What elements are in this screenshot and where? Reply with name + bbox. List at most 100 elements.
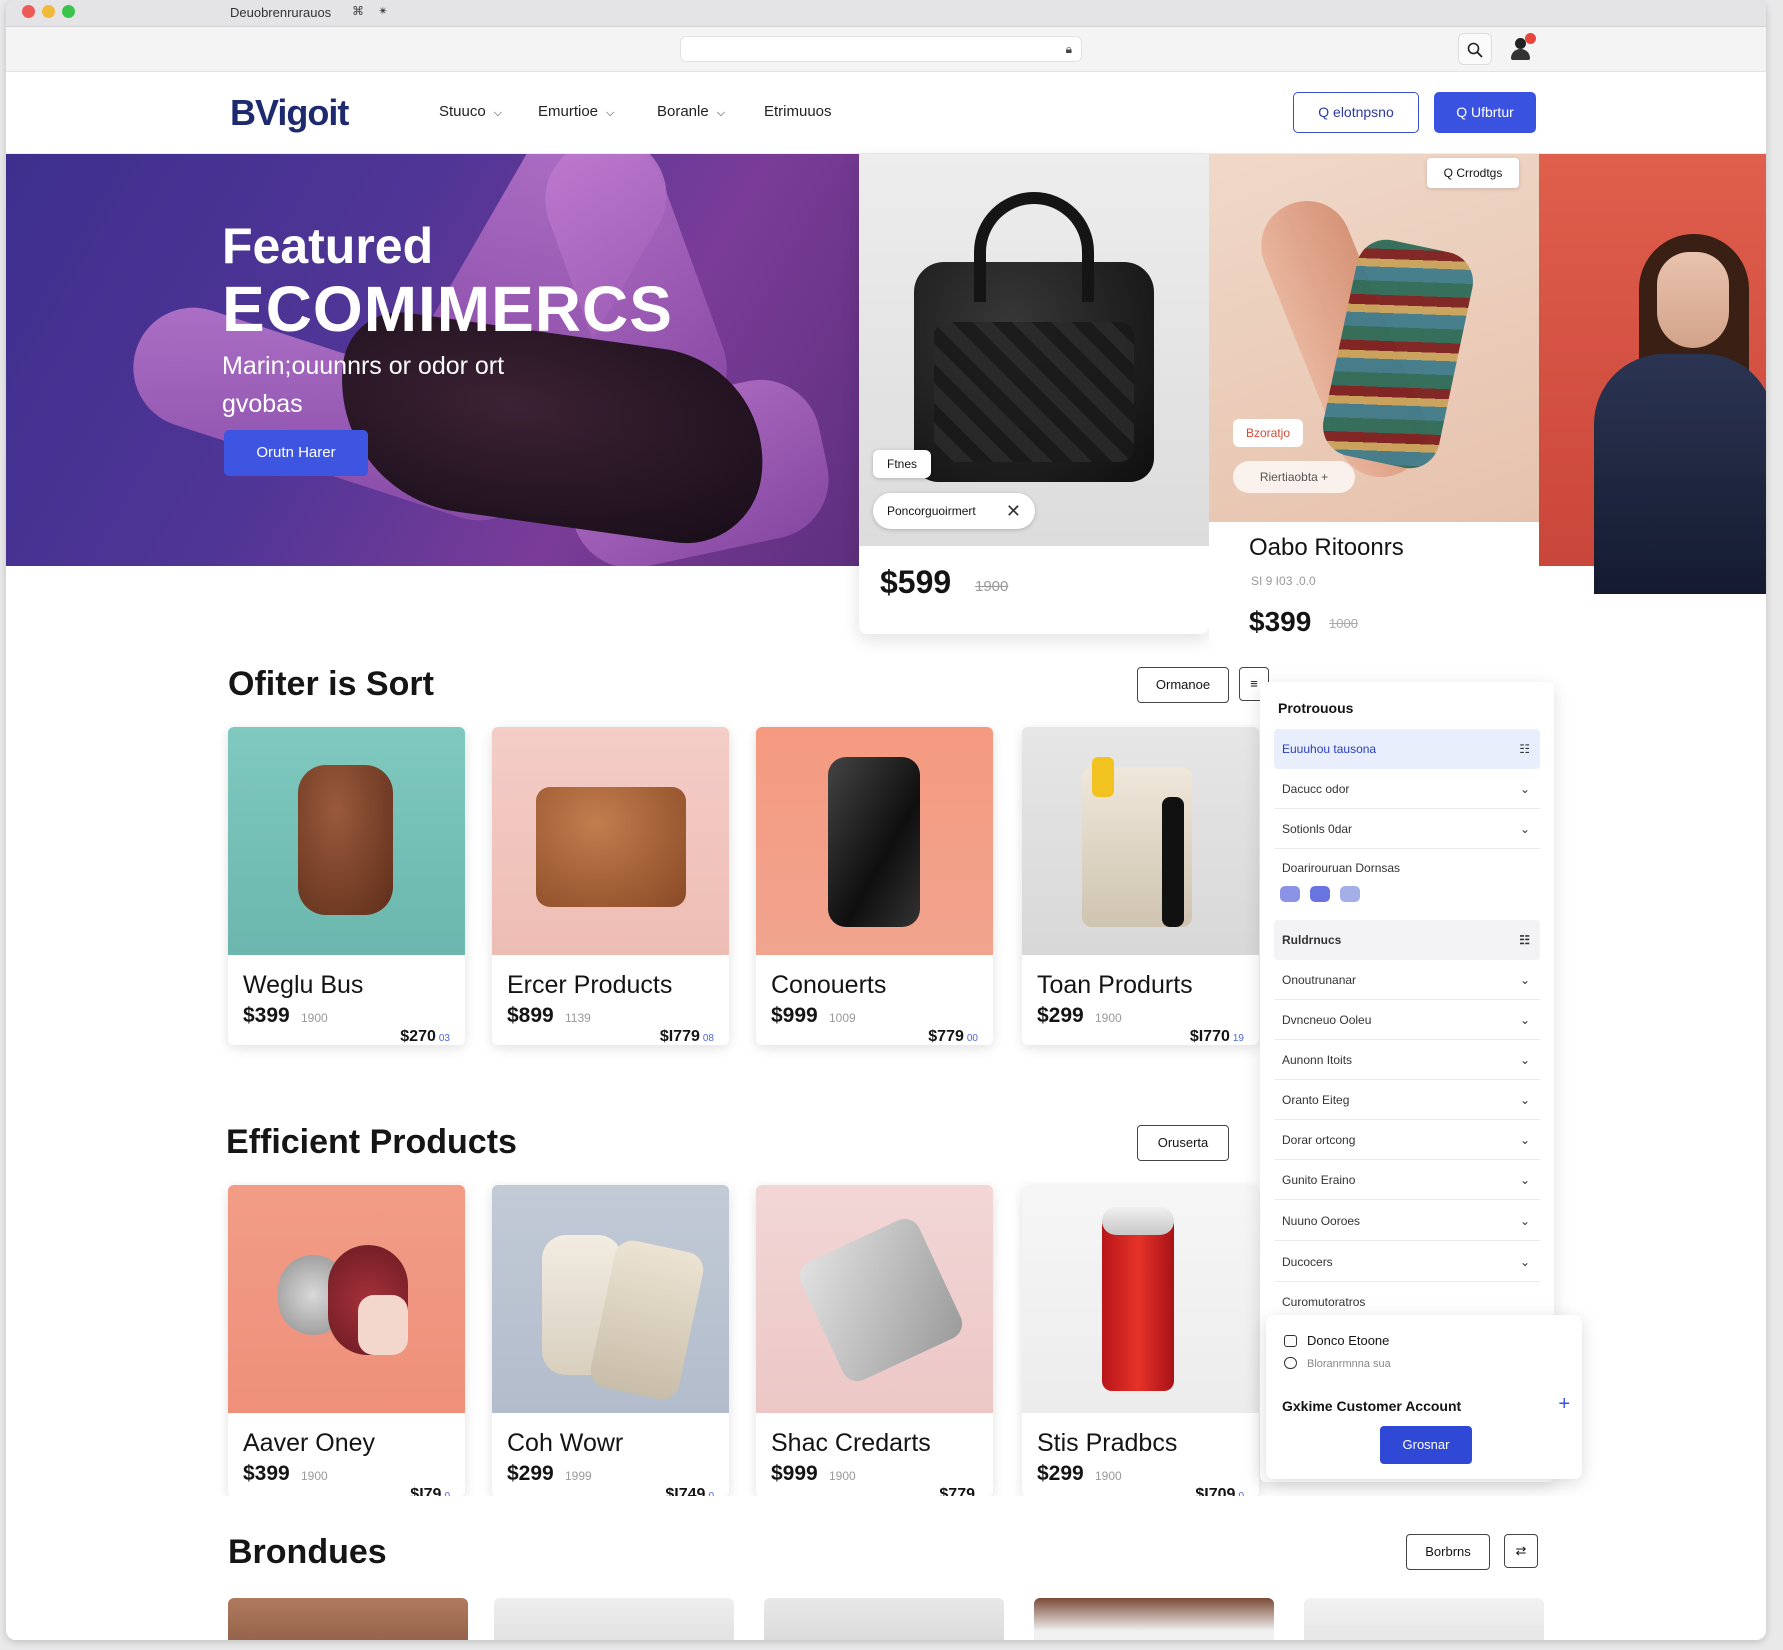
section-filter-button[interactable]: Oruserta [1137,1125,1229,1161]
browser-window: Deuobrenrurauos ⌘✴ 🔒︎ BVigoit Stuuco ⌵ Em… [6,0,1766,1640]
promo-chip[interactable]: Poncorguoirmert ✕ [873,493,1035,529]
order-badge[interactable]: Q Crrodtgs [1427,158,1519,188]
product-sale-price: $779 00 [928,1028,978,1045]
filter-row[interactable]: Sotionls 0dar ⌄ [1274,809,1540,849]
nav-item-4[interactable]: Etrimuuos [764,103,832,120]
chevron-down-icon: ⌄ [1519,1255,1530,1269]
search-icon[interactable] [1458,33,1492,65]
product-image [228,727,465,955]
site-header: BVigoit Stuuco ⌵ Emurtioe ⌵ Boranle ⌵ Etrim… [6,72,1766,154]
chevron-down-icon: ⌄ [1519,782,1530,796]
vase-sub: SI 9 I03 .0.0 [1251,574,1316,588]
toggle-icon [1284,1357,1297,1369]
swatch[interactable] [1280,886,1300,902]
brand-card[interactable] [228,1598,468,1640]
product-price: $399 [243,1004,290,1027]
notification-badge [1525,33,1536,44]
filter-title: Protrouous [1278,700,1354,716]
filter-row[interactable]: Oranto Eiteg ⌄ [1274,1080,1540,1120]
model-image [1539,154,1766,594]
filter-row[interactable]: Aunonn Itoits ⌄ [1274,1040,1540,1080]
product-old-price: 1900 [1095,1011,1122,1025]
filter-row[interactable]: Gunito Eraino ⌄ [1274,1160,1540,1200]
add-button[interactable]: Riertiaobta + [1233,461,1355,493]
product-card[interactable]: Toan Produrts $299 1900 $I770 19 [1022,727,1259,1045]
section-title: Ofiter is Sort [228,665,434,703]
swap-icon[interactable]: ⇄ [1504,1534,1538,1568]
section-filter-button[interactable]: Borbrns [1406,1534,1490,1570]
minimize-dot[interactable] [42,5,55,18]
hero-title-line1: Featured [222,218,434,274]
chevron-down-icon: ⌄ [1519,1093,1530,1107]
filter-row[interactable]: Euuuhou tausona ☷ [1274,729,1540,769]
chevron-down-icon: ⌄ [1519,1053,1530,1067]
close-icon[interactable]: ✕ [1006,493,1021,529]
primary-search-button[interactable]: Q Ufbrtur [1434,92,1536,133]
hero-subtitle: Marin;ouunnrs or odor ort gvobas [222,352,505,418]
nav-item-1[interactable]: Stuuco ⌵ [439,103,502,120]
product-price: $299 [1037,1462,1084,1485]
product-card[interactable]: Ercer Products $899 1139 $I779 08 [492,727,729,1045]
nav-label: Boranle [657,103,709,120]
product-image [228,1185,465,1413]
product-card[interactable]: Aaver Oney $399 1900 $I79 0 [228,1185,465,1497]
filter-row[interactable]: Nuuno Ooroes ⌄ [1274,1201,1540,1241]
product-card[interactable]: Weglu Bus $399 1900 $270 03 [228,727,465,1045]
maximize-dot[interactable] [62,5,75,18]
close-dot[interactable] [22,5,35,18]
product-name: Coh Wowr [507,1429,624,1457]
product-price: $899 [507,1004,554,1027]
hero-cta-button[interactable]: Orutn Harer [224,430,368,476]
filter-row[interactable]: Dacucc odor ⌄ [1274,769,1540,809]
tab-icons: ⌘✴ [352,4,402,18]
filter-row[interactable]: Ruldrnucs ☷ [1274,920,1540,960]
product-old-price: 1900 [301,1011,328,1025]
section-filter-button[interactable]: Ormanoe [1137,667,1229,703]
product-image [1022,727,1259,955]
secondary-search-button[interactable]: Q elotnpsno [1293,92,1419,133]
brand-card[interactable] [1034,1598,1274,1640]
plus-icon[interactable]: + [1558,1393,1570,1416]
address-bar[interactable]: 🔒︎ [680,36,1082,62]
filter-row[interactable]: Dvncneuo Ooleu ⌄ [1274,1000,1540,1040]
user-avatar[interactable] [1508,33,1536,61]
product-name: Stis Pradbcs [1037,1429,1178,1457]
product-card[interactable]: Coh Wowr $299 1999 $I749 0 [492,1185,729,1497]
account-button[interactable]: Grosnar [1380,1426,1472,1464]
product-card[interactable]: Stis Pradbcs $299 1900 $I709 0 [1022,1185,1259,1497]
featured-vase-card[interactable]: Q Crrodtgs Bzoratjo Riertiaobta + Oabo R… [1209,154,1539,644]
brand-card[interactable] [764,1598,1004,1640]
bag-image: Ftnes Poncorguoirmert ✕ [859,154,1209,546]
vase-name: Oabo Ritoonrs [1249,534,1404,561]
filter-row[interactable]: Doarirouruan Dornsas [1274,848,1540,888]
product-old-price: 1139 [565,1011,591,1025]
filter-row[interactable]: Onoutrunanar ⌄ [1274,960,1540,1000]
swatch[interactable] [1340,886,1360,902]
product-price: $299 [1037,1004,1084,1027]
brand-card[interactable] [494,1598,734,1640]
hero-banner: Featured ECOMIMERCS Marin;ouunnrs or odo… [6,154,859,566]
vase-tag[interactable]: Bzoratjo [1233,419,1303,447]
sparkle-icon[interactable]: ✴ [378,4,402,18]
filter-row[interactable]: Dorar ortcong ⌄ [1274,1120,1540,1160]
bag-tag[interactable]: Ftnes [873,450,931,478]
site-logo[interactable]: BVigoit [230,92,349,134]
command-icon[interactable]: ⌘ [352,4,378,18]
nav-item-3[interactable]: Boranle ⌵ [657,103,725,120]
brand-card[interactable] [1304,1598,1544,1640]
vase-old-price: 1000 [1329,616,1358,631]
filter-row[interactable]: Ducocers ⌄ [1274,1242,1540,1282]
chevron-down-icon: ⌵ [606,107,615,119]
product-card[interactable]: Shac Credarts $999 1900 $779 [756,1185,993,1497]
swatch[interactable] [1310,886,1330,902]
account-panel: Donco Etoone Bloranrmnna sua Gxkime Cust… [1266,1315,1582,1479]
product-image [1022,1185,1259,1413]
nav-item-2[interactable]: Emurtioe ⌵ [538,103,614,120]
tab-title[interactable]: Deuobrenrurauos [230,5,331,20]
promo-label: Poncorguoirmert [887,504,976,518]
account-option[interactable]: Bloranrmnna sua [1284,1357,1391,1370]
featured-bag-card[interactable]: Ftnes Poncorguoirmert ✕ $599 1900 [859,154,1209,634]
product-old-price: 1900 [301,1469,328,1483]
product-card[interactable]: Conouerts $999 1009 $779 00 [756,727,993,1045]
account-option[interactable]: Donco Etoone [1284,1333,1389,1348]
